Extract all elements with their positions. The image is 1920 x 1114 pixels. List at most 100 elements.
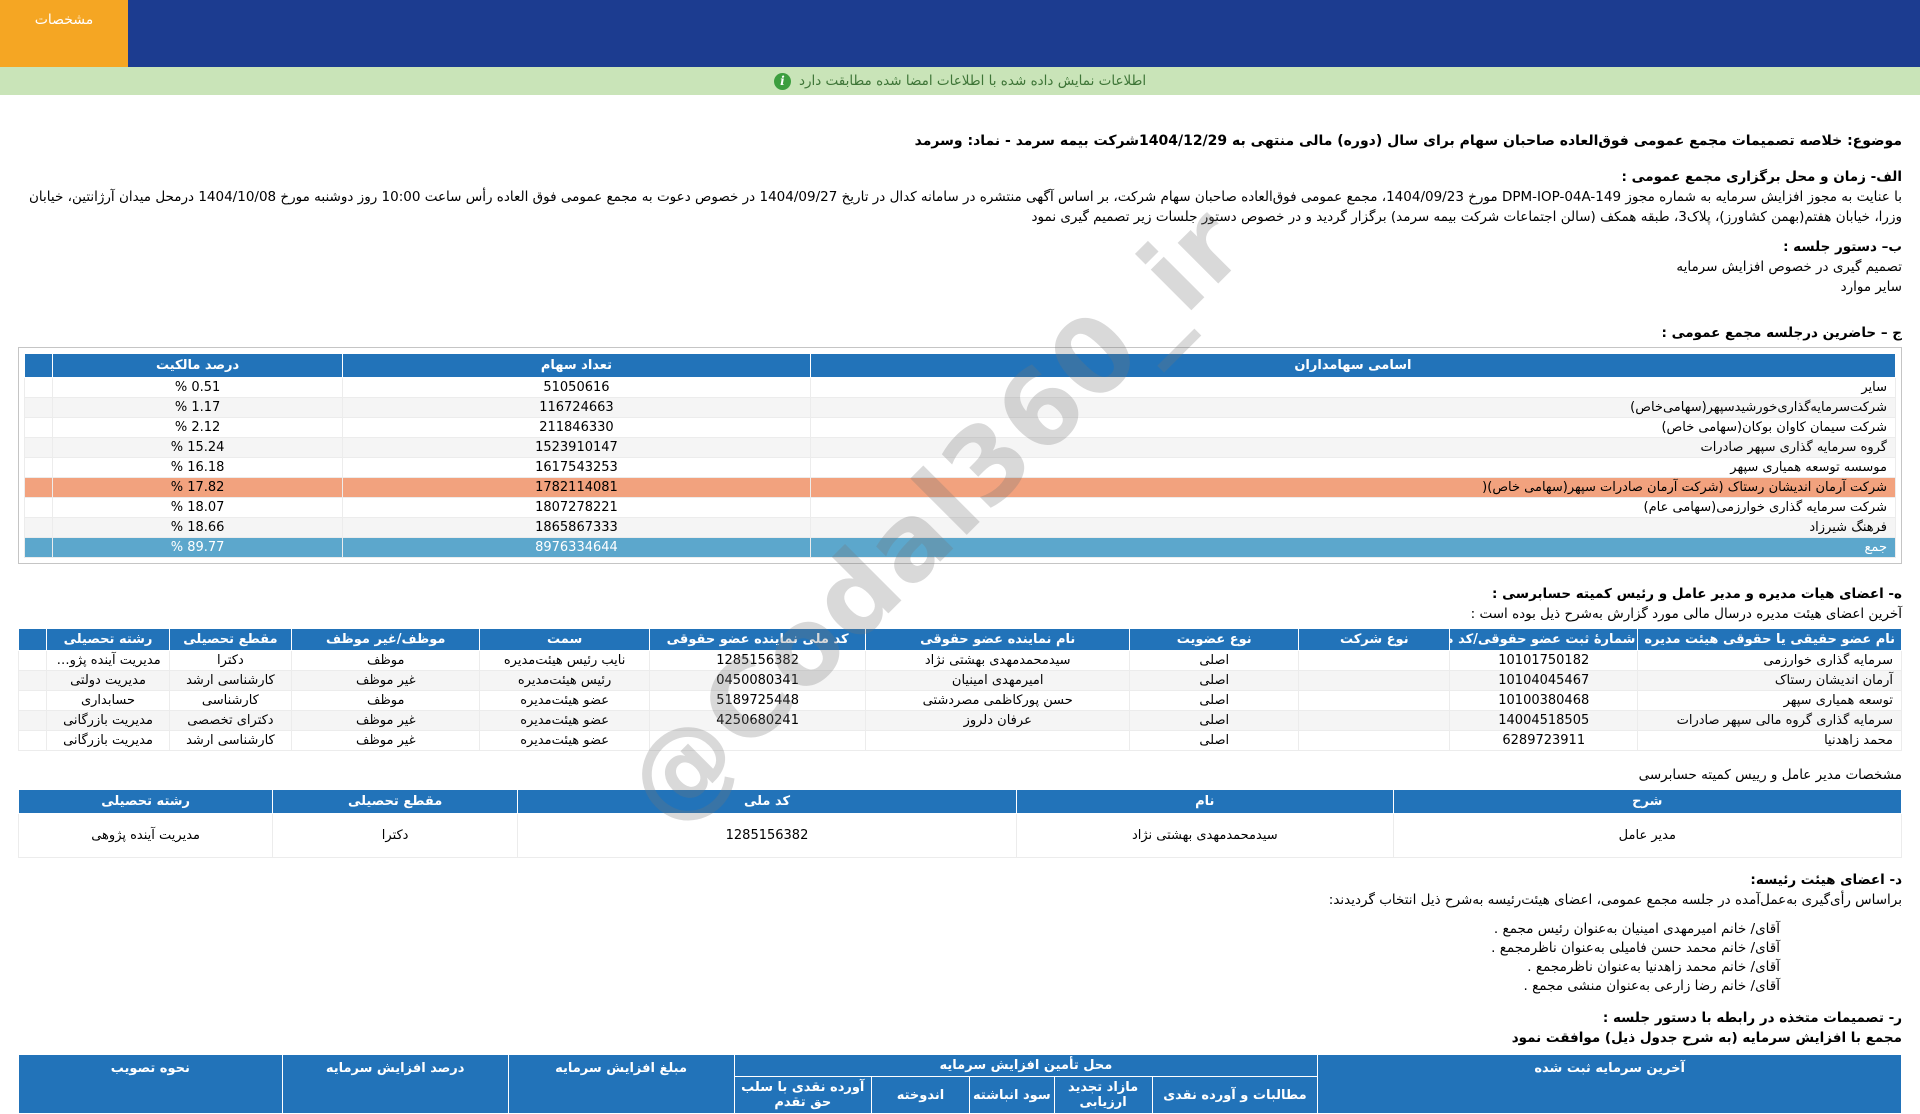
col-executive-status: موظف/غیر موظف — [292, 629, 480, 651]
section-c-title: ج – حاضرین درجلسه مجمع عمومی : — [18, 323, 1902, 343]
table-cell: شرکت سیمان کاوان بوکان(سهامی خاص) — [810, 418, 1895, 438]
table-cell: 18.07 % — [53, 498, 343, 518]
section-e-title: ه- اعضای هیات مدیره و مدیر عامل و رئیس ک… — [18, 584, 1902, 604]
table-cell: مدیر عامل — [1393, 814, 1901, 858]
table-cell: موسسه توسعه همیاری سپهر — [810, 458, 1895, 478]
col-education-level: مقطع تحصیلی — [273, 790, 518, 814]
section-d-subtitle: براساس رأی‌گیری به‌عمل‌آمده در جلسه مجمع… — [18, 890, 1902, 910]
info-icon: i — [774, 73, 791, 90]
table-cell — [866, 731, 1130, 751]
table-cell: دکترا — [169, 651, 291, 671]
col-cash-without-preemption: آورده نقدی با سلب حق تقدم — [734, 1077, 871, 1114]
table-cell: مدیریت آینده پژوهی — [47, 651, 169, 671]
tab-specifications[interactable]: مشخصات — [0, 0, 128, 67]
table-cell: شرکت‌سرمایه‌گذاری‌خورشیدسپهر(سهامی‌خاص) — [810, 398, 1895, 418]
table-cell: سیدمحمدمهدی بهشتی نژاد — [1017, 814, 1394, 858]
col-share-count: تعداد سهام — [343, 354, 811, 378]
section-r-title: ر- تصمیمات متخذه در رابطه با دستور جلسه … — [18, 1008, 1902, 1028]
table-cell: 1523910147 — [343, 438, 811, 458]
section-a-body: با عنایت به مجوز افزایش سرمایه به شماره … — [18, 187, 1902, 227]
table-row: سایر510506160.51 % — [25, 378, 1896, 398]
table-cell — [1299, 711, 1450, 731]
col-position: سمت — [480, 629, 649, 651]
table-cell: اصلی — [1130, 671, 1299, 691]
capital-increase-table: آخرین سرمایه ثبت شده محل تأمین افزایش سر… — [18, 1054, 1902, 1114]
table-cell: امیرمهدی امینیان — [866, 671, 1130, 691]
table-cell: سرمایه گذاری گروه مالی سپهر صادرات — [1638, 711, 1902, 731]
table-cell: 16.18 % — [53, 458, 343, 478]
table-cell: 6289723911 — [1450, 731, 1638, 751]
table-cell: توسعه همیاری سپهر — [1638, 691, 1902, 711]
col-approval-method: نحوه تصویب — [19, 1055, 283, 1114]
table-cell: 5189725448 — [649, 691, 866, 711]
table-cell: 0.51 % — [53, 378, 343, 398]
col-member-name: نام عضو حقیقی یا حقوقی هیئت مدیره — [1638, 629, 1902, 651]
table-cell: سایر — [810, 378, 1895, 398]
table-row: فرهنگ شیرزاد186586733318.66 % — [25, 518, 1896, 538]
agenda-item: تصمیم گیری در خصوص افزایش سرمایه — [18, 257, 1902, 277]
table-cell: 116724663 — [343, 398, 811, 418]
table-cell: شرکت سرمایه گذاری خوارزمی(سهامی عام) — [810, 498, 1895, 518]
table-cell: حسن پورکاظمی مصردشتی — [866, 691, 1130, 711]
table-cell — [25, 418, 53, 438]
col-education-field: رشته تحصیلی — [47, 629, 169, 651]
col-registration-id: شمارۀ ثبت عضو حقوقی/کد ملی — [1450, 629, 1638, 651]
capital-header-row-1: آخرین سرمایه ثبت شده محل تأمین افزایش سر… — [19, 1055, 1902, 1077]
table-cell: کارشناسی — [169, 691, 291, 711]
ceo-header-row: شرح نام کد ملی مقطع تحصیلی رشته تحصیلی — [19, 790, 1902, 814]
col-funding-source: محل تأمین افزایش سرمایه — [734, 1055, 1318, 1077]
table-cell — [19, 691, 47, 711]
top-bar: مشخصات — [0, 0, 1920, 67]
table-cell: شرکت آرمان اندیشان رستاک (شرکت آرمان صاد… — [810, 478, 1895, 498]
table-cell — [19, 671, 47, 691]
table-cell: محمد زاهدنیا — [1638, 731, 1902, 751]
table-cell: 10100380468 — [1450, 691, 1638, 711]
col-increase-percent: درصد افزایش سرمایه — [282, 1055, 508, 1114]
table-cell: 0450080341 — [649, 671, 866, 691]
table-cell: 89.77 % — [53, 538, 343, 558]
shareholders-header-row: اسامی سهامداران تعداد سهام درصد مالکیت — [25, 354, 1896, 378]
board-header-row: نام عضو حقیقی یا حقوقی هیئت مدیره شمارۀ … — [19, 629, 1902, 651]
table-cell — [25, 478, 53, 498]
col-blank — [19, 629, 47, 651]
col-registered-capital: آخرین سرمایه ثبت شده — [1318, 1055, 1902, 1114]
table-cell: 1.17 % — [53, 398, 343, 418]
col-representative-name: نام نماینده عضو حقوقی — [866, 629, 1130, 651]
col-representative-id: کد ملی نماینده عضو حقوقی — [649, 629, 866, 651]
table-row: سرمایه گذاری خوارزمی10101750182اصلیسیدمح… — [19, 651, 1902, 671]
table-cell: فرهنگ شیرزاد — [810, 518, 1895, 538]
col-revaluation-surplus: مازاد تجدید ارزیابی — [1054, 1077, 1152, 1114]
table-cell — [25, 458, 53, 478]
table-cell: عضو هیئت‌مدیره — [480, 711, 649, 731]
table-cell: دکترای تخصصی — [169, 711, 291, 731]
table-cell — [25, 438, 53, 458]
presiding-member: آقای/ خانم محمد زاهدنیا به‌عنوان ناظرمجم… — [18, 958, 1902, 977]
table-cell: غیر موظف — [292, 731, 480, 751]
col-ownership-percent: درصد مالکیت — [53, 354, 343, 378]
col-national-id: کد ملی — [518, 790, 1017, 814]
table-cell — [1299, 651, 1450, 671]
table-cell: 1617543253 — [343, 458, 811, 478]
table-cell: عضو هیئت‌مدیره — [480, 691, 649, 711]
table-cell — [25, 538, 53, 558]
table-cell: گروه سرمایه گذاری سپهر صادرات — [810, 438, 1895, 458]
table-row: شرکت سرمایه گذاری خوارزمی(سهامی عام)1807… — [25, 498, 1896, 518]
table-cell: 14004518505 — [1450, 711, 1638, 731]
shareholders-table: اسامی سهامداران تعداد سهام درصد مالکیت س… — [24, 353, 1896, 558]
col-education-field: رشته تحصیلی — [19, 790, 273, 814]
table-cell: کارشناسی ارشد — [169, 671, 291, 691]
table-cell — [19, 711, 47, 731]
col-membership-type: نوع عضویت — [1130, 629, 1299, 651]
section-a-title: الف- زمان و محل برگزاری مجمع عمومی : — [18, 167, 1902, 187]
table-cell: جمع — [810, 538, 1895, 558]
codal-disclosure-page: مشخصات اطلاعات نمایش داده شده با اطلاعات… — [0, 0, 1920, 1080]
col-company-type: نوع شرکت — [1299, 629, 1450, 651]
table-cell: 17.82 % — [53, 478, 343, 498]
table-cell: اصلی — [1130, 651, 1299, 671]
table-row: شرکت‌سرمایه‌گذاری‌خورشیدسپهر(سهامی‌خاص)1… — [25, 398, 1896, 418]
table-row: آرمان اندیشان رستاک10104045467اصلیامیرمه… — [19, 671, 1902, 691]
table-cell: 51050616 — [343, 378, 811, 398]
section-d-title: د- اعضای هیئت رئیسه: — [18, 870, 1902, 890]
col-education-level: مقطع تحصیلی — [169, 629, 291, 651]
table-cell — [1299, 671, 1450, 691]
